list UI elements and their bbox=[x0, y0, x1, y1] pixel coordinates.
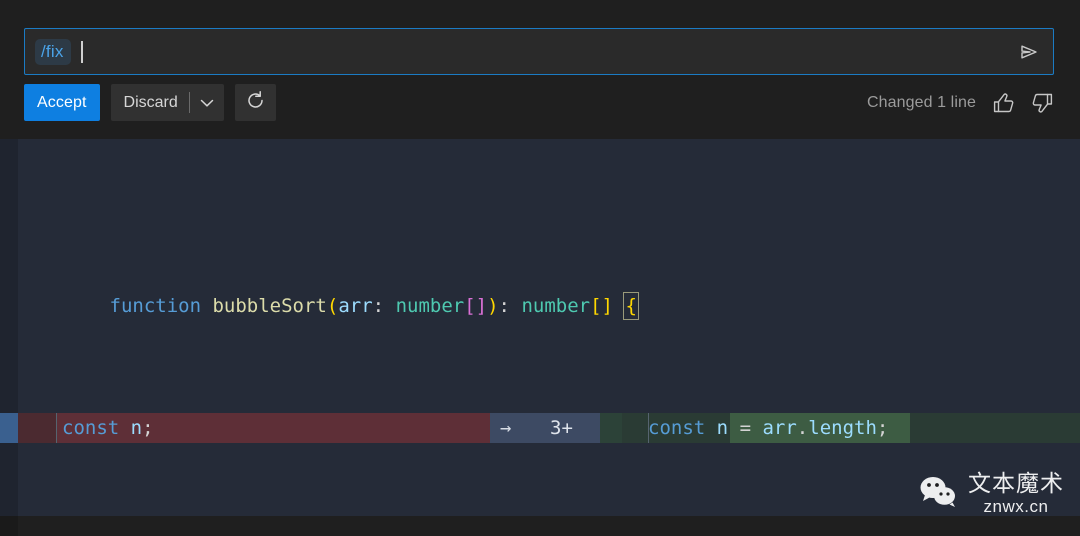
watermark-cn: 文本魔术 bbox=[968, 471, 1064, 497]
diff-indent-guide bbox=[56, 412, 57, 444]
code-line: function bubbleSort(arr: number[]): numb… bbox=[0, 261, 1080, 321]
changed-lines-status: Changed 1 line bbox=[866, 93, 976, 111]
watermark-text: 文本魔术 znwx.cn bbox=[968, 471, 1064, 517]
chat-input-row[interactable]: /fix bbox=[24, 28, 1054, 75]
diff-old-code: const n; bbox=[62, 416, 154, 439]
watermark: 文本魔术 znwx.cn bbox=[919, 472, 1064, 516]
thumbs-up-icon[interactable] bbox=[990, 90, 1016, 116]
editor-footer bbox=[0, 516, 1080, 536]
inline-chat-editor: /fix Accept Discard Changed 1 line funct… bbox=[0, 0, 1080, 536]
discard-button[interactable]: Discard bbox=[110, 84, 224, 121]
send-icon[interactable] bbox=[1014, 38, 1044, 66]
chat-action-toolbar: Accept Discard bbox=[24, 84, 276, 121]
code-editor[interactable]: function bubbleSort(arr: number[]): numb… bbox=[0, 139, 1080, 516]
discard-label: Discard bbox=[123, 93, 178, 111]
diff-row[interactable]: const n; → 3+ const n = arr.length; bbox=[0, 412, 1080, 444]
diff-divider-gutter bbox=[600, 412, 622, 444]
wechat-icon bbox=[919, 475, 959, 513]
diff-count-badge[interactable]: 3+ bbox=[550, 413, 573, 443]
code-line-1: function bubbleSort(arr: number[]): numb… bbox=[110, 292, 639, 321]
regenerate-button[interactable] bbox=[234, 84, 276, 121]
footer-gutter bbox=[0, 516, 18, 536]
diff-new-code: const n = arr.length; bbox=[648, 416, 889, 439]
inline-chat-panel: /fix Accept Discard Changed 1 line bbox=[0, 0, 1080, 139]
refresh-icon bbox=[245, 90, 266, 116]
slash-command-chip[interactable]: /fix bbox=[35, 38, 71, 65]
watermark-en: znwx.cn bbox=[983, 497, 1049, 516]
thumbs-down-icon[interactable] bbox=[1030, 90, 1056, 116]
accept-button[interactable]: Accept bbox=[24, 84, 100, 121]
diff-arrow-icon: → bbox=[500, 416, 512, 439]
text-caret bbox=[80, 40, 83, 63]
chevron-down-icon[interactable] bbox=[190, 84, 224, 121]
diff-gutter-marker bbox=[0, 412, 18, 444]
code-content: function bubbleSort(arr: number[]): numb… bbox=[0, 139, 1080, 516]
chat-status-group: Changed 1 line bbox=[867, 84, 1056, 121]
